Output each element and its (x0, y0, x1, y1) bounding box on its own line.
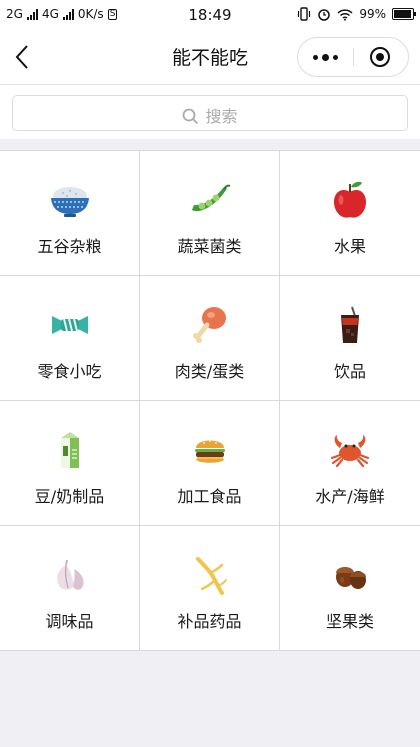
category-grains[interactable]: 五谷杂粮 (0, 151, 140, 276)
search-input[interactable]: 搜索 (12, 95, 408, 131)
category-meat-eggs[interactable]: 肉类/蛋类 (140, 276, 280, 401)
search-placeholder: 搜索 (205, 107, 238, 126)
category-label: 水产/海鲜 (315, 487, 385, 506)
category-label: 饮品 (333, 362, 366, 381)
drumstick-icon (192, 307, 226, 343)
ginseng-icon (195, 557, 227, 595)
garlic-icon (56, 559, 84, 590)
alarm-icon (318, 9, 331, 21)
category-vegetables[interactable]: 蔬菜菌类 (140, 151, 280, 276)
nav-bar: 能不能吃 (0, 30, 420, 85)
battery-icon (392, 8, 416, 20)
milk-carton-icon (60, 432, 79, 468)
category-nuts[interactable]: 坚果类 (280, 526, 420, 651)
search-placeholder-row: 搜索 (13, 103, 407, 127)
close-button[interactable] (353, 38, 408, 76)
vibrate-icon (298, 7, 311, 21)
target-close-icon (370, 47, 390, 67)
category-label: 加工食品 (177, 487, 242, 506)
category-processed-food[interactable]: 加工食品 (140, 401, 280, 526)
more-dots-icon (313, 54, 338, 61)
category-dairy[interactable]: 豆/奶制品 (0, 401, 140, 526)
category-label: 零食小吃 (37, 362, 102, 381)
apple-icon (334, 181, 366, 218)
category-seafood[interactable]: 水产/海鲜 (280, 401, 420, 526)
category-label: 调味品 (45, 612, 94, 631)
status-bar: 2G 4G 0K/s S 18:49 99% (0, 0, 420, 30)
more-button[interactable] (298, 38, 353, 76)
category-label: 补品药品 (177, 612, 242, 631)
search-icon (183, 108, 199, 125)
crab-icon (330, 435, 370, 468)
rice-bowl-icon (50, 187, 89, 217)
category-label: 五谷杂粮 (37, 237, 102, 256)
category-label: 豆/奶制品 (34, 487, 105, 506)
category-fruits[interactable]: 水果 (280, 151, 420, 276)
category-label: 坚果类 (325, 612, 374, 631)
burger-icon (194, 440, 225, 463)
pea-pod-icon (191, 184, 230, 212)
nuts-icon (336, 567, 366, 589)
mini-program-capsule (297, 37, 409, 77)
category-grid: 五谷杂粮 蔬菜菌类 水果 零食小吃 肉类/蛋类 饮品 豆/奶制品 加工食品 水产… (0, 150, 420, 651)
category-snacks[interactable]: 零食小吃 (0, 276, 140, 401)
wifi-icon (337, 8, 353, 21)
category-label: 水果 (333, 237, 366, 256)
category-label: 蔬菜菌类 (177, 237, 242, 256)
category-label: 肉类/蛋类 (174, 362, 245, 381)
candy-icon (51, 316, 88, 334)
category-supplements[interactable]: 补品药品 (140, 526, 280, 651)
battery-percent: 99% (359, 7, 386, 21)
category-drinks[interactable]: 饮品 (280, 276, 420, 401)
status-right: 99% (297, 7, 416, 21)
drink-cup-icon (341, 306, 359, 343)
category-condiments[interactable]: 调味品 (0, 526, 140, 651)
search-area: 搜索 (0, 85, 420, 139)
